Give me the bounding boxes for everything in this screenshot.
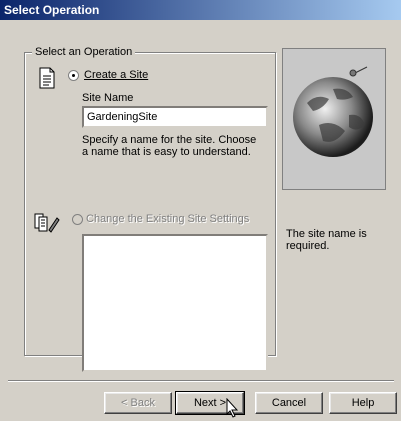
existing-sites-list[interactable] (82, 234, 268, 372)
change-settings-radio[interactable] (72, 214, 83, 225)
site-name-hint: Specify a name for the site. Choose a na… (82, 134, 257, 158)
window-title: Select Operation (0, 0, 401, 20)
cancel-button[interactable]: Cancel (255, 392, 323, 414)
document-icon (39, 67, 55, 89)
site-name-input[interactable] (82, 106, 268, 128)
create-site-label[interactable]: Create a Site (84, 69, 148, 81)
create-site-label-text: Create a Site (84, 69, 149, 81)
globe-image-frame (282, 48, 386, 190)
create-site-radio[interactable] (68, 70, 79, 81)
mouse-pointer-icon (226, 398, 239, 418)
help-button[interactable]: Help (329, 392, 397, 414)
site-name-label: Site Name (82, 92, 134, 104)
validation-message: The site name is required. (286, 228, 367, 252)
back-button[interactable]: < Back (104, 392, 172, 414)
group-label: Select an Operation (32, 46, 136, 58)
globe-image (283, 49, 385, 189)
change-settings-label[interactable]: Change the Existing Site Settings (86, 213, 249, 225)
button-separator (8, 380, 394, 382)
edit-documents-icon (34, 213, 60, 233)
